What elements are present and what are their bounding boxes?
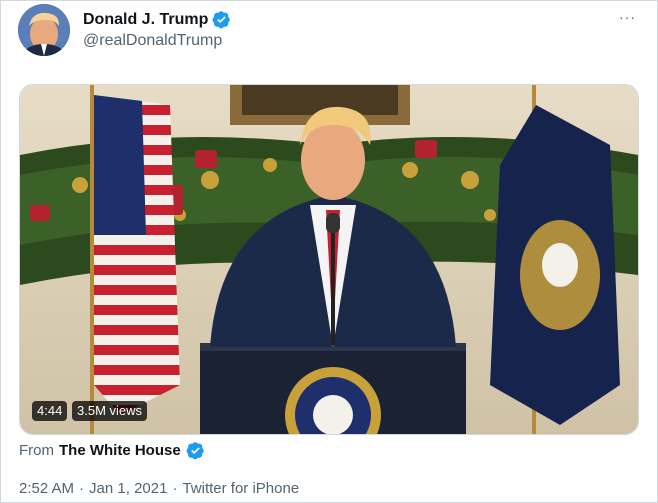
from-label: From [19, 442, 54, 459]
video-player[interactable]: 4:44 3.5M views [19, 84, 639, 435]
tweet-card: Donald J. Trump @realDonaldTrump ··· 4:4… [0, 0, 658, 503]
author-handle[interactable]: @realDonaldTrump [83, 32, 222, 50]
author-name-row[interactable]: Donald J. Trump [83, 10, 231, 29]
source-attribution: From The White House [19, 441, 205, 460]
video-views-badge: 3.5M views [72, 401, 148, 421]
tweet-client[interactable]: Twitter for iPhone [182, 480, 299, 497]
meta-separator: · [79, 480, 85, 497]
video-duration-badge: 4:44 [32, 401, 68, 421]
verified-badge-icon [186, 441, 205, 460]
meta-separator: · [172, 480, 178, 497]
display-name[interactable]: Donald J. Trump [83, 11, 208, 29]
more-options-icon[interactable]: ··· [619, 9, 636, 25]
source-name-link[interactable]: The White House [59, 442, 181, 459]
avatar[interactable] [18, 4, 70, 56]
tweet-meta: 2:52 AM · Jan 1, 2021 · Twitter for iPho… [19, 480, 299, 497]
video-thumbnail[interactable] [20, 85, 638, 434]
tweet-time[interactable]: 2:52 AM [19, 480, 74, 497]
verified-badge-icon [212, 10, 231, 29]
tweet-date[interactable]: Jan 1, 2021 [89, 480, 167, 497]
